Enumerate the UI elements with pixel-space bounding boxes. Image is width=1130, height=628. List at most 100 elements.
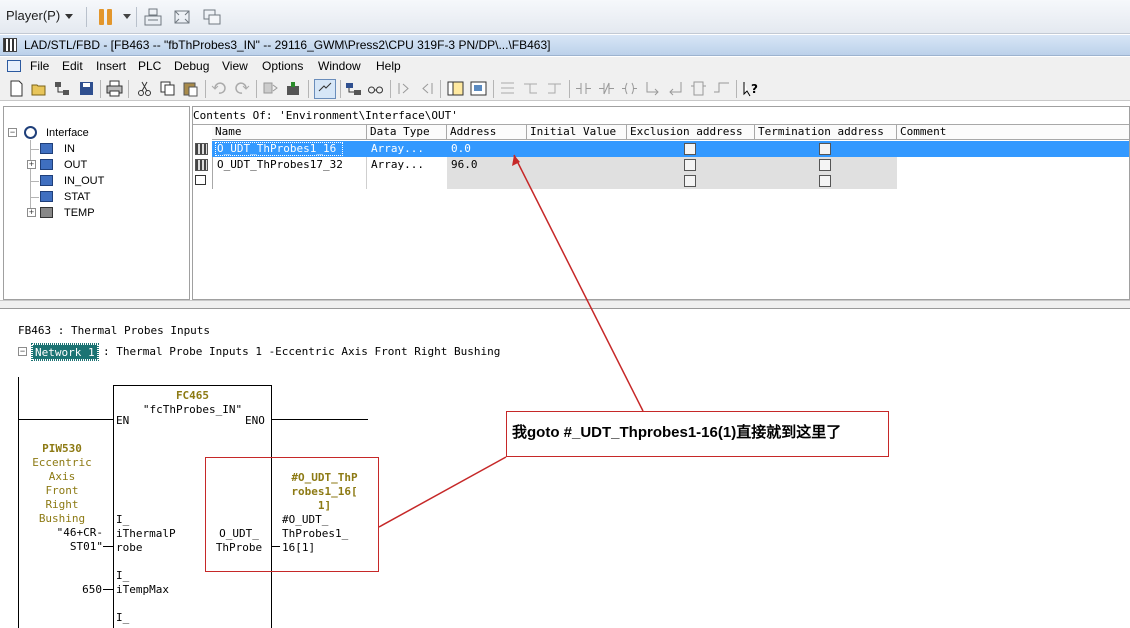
new-icon[interactable] xyxy=(8,80,25,97)
menu-insert[interactable]: Insert xyxy=(96,59,126,73)
operand-symbol-line: Eccentric xyxy=(32,456,92,469)
overview-icon[interactable] xyxy=(447,80,464,97)
chevron-down-icon[interactable] xyxy=(123,14,131,19)
fit-window-icon[interactable] xyxy=(173,8,191,26)
document-icon[interactable] xyxy=(7,60,21,72)
branch-icon[interactable] xyxy=(418,80,435,97)
print-icon[interactable] xyxy=(106,80,123,97)
lad-branch-close-icon[interactable] xyxy=(546,80,563,97)
exclusion-checkbox[interactable] xyxy=(684,159,696,171)
column-header-initial-value[interactable]: Initial Value xyxy=(527,125,627,140)
menu-view[interactable]: View xyxy=(222,59,248,73)
tree-item-in-out[interactable]: IN_OUT xyxy=(64,173,104,189)
column-header-address[interactable]: Address xyxy=(447,125,527,140)
column-header-exclusion-address[interactable]: Exclusion address xyxy=(627,125,755,140)
column-header-name[interactable]: Name xyxy=(212,125,367,140)
lad-box-icon[interactable] xyxy=(690,80,707,97)
paste-icon[interactable] xyxy=(182,80,199,97)
svg-text:?: ? xyxy=(751,82,758,96)
pane-splitter[interactable] xyxy=(0,300,1130,309)
network-icon[interactable] xyxy=(345,80,362,97)
pin-wire xyxy=(103,546,113,547)
menu-help[interactable]: Help xyxy=(376,59,401,73)
lad-branch-open-icon[interactable] xyxy=(522,80,539,97)
save-icon[interactable] xyxy=(78,80,95,97)
termination-checkbox[interactable] xyxy=(819,159,831,171)
player-menu-label: Player(P) xyxy=(6,8,61,23)
accessible-nodes-icon[interactable] xyxy=(54,80,71,97)
lad-coil-icon[interactable] xyxy=(621,80,638,97)
cut-icon[interactable] xyxy=(136,80,153,97)
table-row-selected[interactable] xyxy=(212,141,1129,157)
window-title: LAD/STL/FBD - [FB463 -- "fbThProbes3_IN"… xyxy=(24,38,551,52)
pin-wire xyxy=(103,589,113,590)
operand-symbol-line: Front xyxy=(45,484,79,497)
lad-contact-nc-icon[interactable] xyxy=(598,80,615,97)
monitor-icon[interactable] xyxy=(285,80,302,97)
divider xyxy=(205,80,206,98)
windows-icon[interactable] xyxy=(203,8,221,26)
pin-label-line: iThermalP xyxy=(116,527,176,540)
glasses-icon[interactable] xyxy=(367,80,384,97)
details-icon[interactable] xyxy=(470,80,487,97)
tree-item-in[interactable]: IN xyxy=(64,141,75,157)
lad-open-branch-icon[interactable] xyxy=(713,80,730,97)
pin-label-line: I_ xyxy=(116,569,130,582)
termination-checkbox[interactable] xyxy=(819,143,831,155)
column-header-data-type[interactable]: Data Type xyxy=(367,125,447,140)
menu-debug[interactable]: Debug xyxy=(174,59,209,73)
help-icon[interactable]: ? xyxy=(742,80,759,97)
input-operand-tag: "46+CR- ST01" xyxy=(18,526,103,554)
row-name[interactable]: O_UDT_ThProbes17_32 xyxy=(214,157,343,173)
pin-label-line: I_ xyxy=(116,513,130,526)
tree-expander[interactable]: − xyxy=(8,128,17,137)
input-operand[interactable]: PIW530 Eccentric Axis Front Right Bushin… xyxy=(18,442,106,526)
row-data-type[interactable]: Array... xyxy=(368,141,424,157)
menu-edit[interactable]: Edit xyxy=(62,59,83,73)
menu-window[interactable]: Window xyxy=(318,59,361,73)
lad-contact-no-icon[interactable] xyxy=(575,80,592,97)
download-icon[interactable] xyxy=(262,80,279,97)
tree-item-interface[interactable]: Interface xyxy=(46,125,89,141)
tree-item-temp[interactable]: TEMP xyxy=(64,205,95,221)
menu-file[interactable]: File xyxy=(30,59,49,73)
divider xyxy=(493,80,494,98)
run-icon[interactable] xyxy=(314,79,336,99)
exclusion-checkbox[interactable] xyxy=(684,175,696,187)
redo-icon[interactable] xyxy=(233,80,250,97)
tree-item-stat[interactable]: STAT xyxy=(64,189,90,205)
row-data-type[interactable]: Array... xyxy=(368,157,424,173)
termination-checkbox[interactable] xyxy=(819,175,831,187)
annotation-highlight-box xyxy=(205,457,379,572)
insert-icon[interactable] xyxy=(396,80,413,97)
tree-line xyxy=(30,140,31,214)
exclusion-checkbox[interactable] xyxy=(684,143,696,155)
lad-jump-icon[interactable] xyxy=(644,80,661,97)
lad-network-icon[interactable] xyxy=(499,80,516,97)
tree-line xyxy=(31,181,39,182)
row-name[interactable]: O_UDT_ThProbes1_16 xyxy=(214,141,344,157)
open-icon[interactable] xyxy=(31,80,48,97)
out-parameter-icon xyxy=(40,159,53,170)
undo-icon[interactable] xyxy=(211,80,228,97)
chevron-down-icon xyxy=(65,14,74,20)
menu-options[interactable]: Options xyxy=(262,59,303,73)
menu-plc[interactable]: PLC xyxy=(138,59,161,73)
tree-expander[interactable]: + xyxy=(27,208,36,217)
column-header-termination-address[interactable]: Termination address xyxy=(755,125,897,140)
tree-expander[interactable]: + xyxy=(27,160,36,169)
network-collapse-icon[interactable]: − xyxy=(18,347,27,356)
send-keys-icon[interactable] xyxy=(144,8,162,26)
pause-icon[interactable] xyxy=(98,9,114,25)
in-out-parameter-icon xyxy=(40,175,53,186)
divider xyxy=(128,80,129,98)
const-operand[interactable]: 650 xyxy=(60,583,102,596)
divider xyxy=(569,80,570,98)
operand-symbol-line: Axis xyxy=(48,470,76,483)
player-menu[interactable]: Player(P) xyxy=(6,8,74,23)
network-label[interactable]: Network 1 xyxy=(31,343,99,361)
lad-return-icon[interactable] xyxy=(667,80,684,97)
tree-item-out[interactable]: OUT xyxy=(64,157,87,173)
copy-icon[interactable] xyxy=(159,80,176,97)
column-header-comment[interactable]: Comment xyxy=(897,125,1129,140)
